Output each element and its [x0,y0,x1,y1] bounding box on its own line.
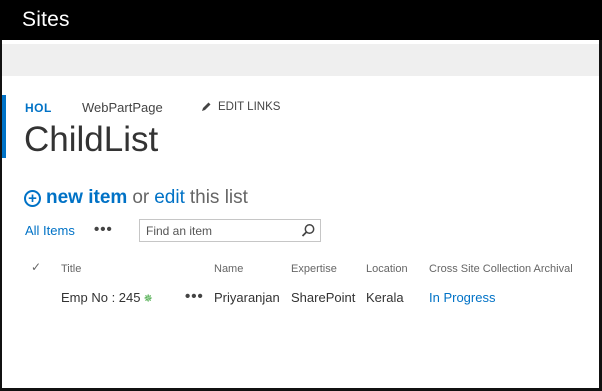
plus-circle-icon[interactable]: + [24,189,41,207]
page-title: ChildList [24,120,159,159]
nav-link-hol[interactable]: HOL [25,101,52,115]
ribbon-bar [2,44,599,76]
suite-title[interactable]: Sites [22,8,70,32]
edit-list-link[interactable]: edit [154,187,185,209]
column-header-title[interactable]: Title [61,263,81,275]
row-title-link[interactable]: Emp No : 245 [61,290,141,305]
row-expertise-cell: SharePoint [291,290,356,305]
view-more-button[interactable]: ••• [94,221,113,238]
pencil-icon [202,102,211,111]
or-text: or [132,187,150,208]
nav-link-webpartpage[interactable]: WebPartPage [82,100,163,115]
search-icon[interactable] [301,223,316,238]
row-status-cell[interactable]: In Progress [429,290,495,305]
row-title-cell[interactable]: Emp No : 245 ✵ [61,290,153,305]
column-header-name[interactable]: Name [214,263,243,275]
search-input[interactable] [140,220,295,241]
search-box [139,219,321,242]
column-header-archival[interactable]: Cross Site Collection Archival [429,263,573,275]
edit-links-label: EDIT LINKS [218,101,281,113]
this-list-text: this list [189,187,248,208]
view-all-items[interactable]: All Items [25,223,75,238]
row-location-cell: Kerala [366,290,404,305]
column-header-expertise[interactable]: Expertise [291,263,337,275]
row-name-cell: Priyaranjan [214,290,280,305]
current-page-indicator [2,95,6,158]
select-all-check-icon[interactable]: ✓ [31,260,41,274]
new-item-line: + new item or edit this list [24,187,248,209]
column-header-location[interactable]: Location [366,263,408,275]
new-item-icon: ✵ [143,293,153,305]
new-item-link[interactable]: new item [46,187,127,209]
row-more-button[interactable]: ••• [185,288,204,305]
suite-bar: Sites [0,0,602,40]
edit-links-button[interactable]: EDIT LINKS [200,101,280,113]
